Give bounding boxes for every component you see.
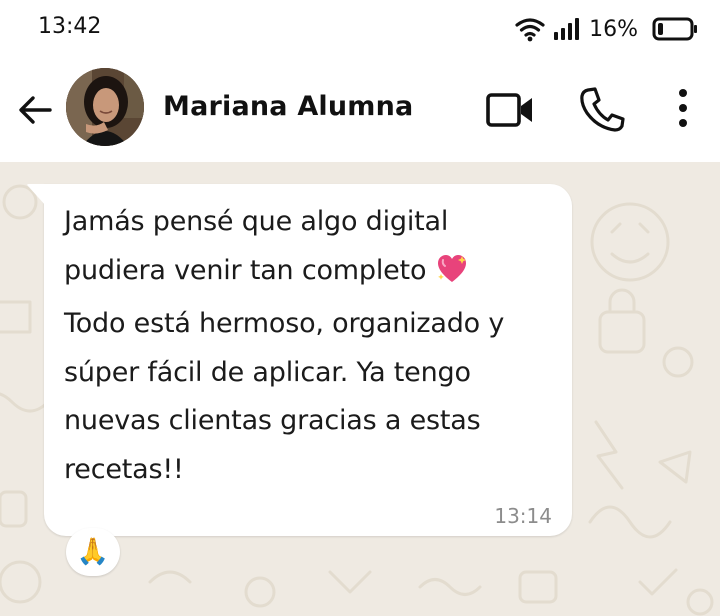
video-camera-icon: [486, 93, 532, 127]
message-line: Todo está hermoso, organizado y: [64, 308, 505, 339]
message-line: recetas!!: [64, 453, 184, 485]
status-bar: 13:42 16%: [0, 0, 720, 60]
reaction-badge[interactable]: 🙏: [66, 528, 120, 576]
message-line: nuevas clientas gracias a estas: [64, 405, 481, 436]
battery-icon: [652, 17, 698, 41]
message-text: Jamás pensé que algo digital pudiera ven…: [64, 198, 564, 494]
battery-percent: 16%: [589, 16, 638, 42]
folded-hands-icon: 🙏: [76, 537, 110, 567]
kebab-menu-icon: [679, 89, 687, 127]
phone-icon: [580, 87, 625, 132]
arrow-left-icon: [19, 96, 52, 124]
wifi-icon: [515, 16, 545, 42]
more-options-button[interactable]: [668, 84, 698, 134]
video-call-button[interactable]: [484, 88, 536, 132]
message-line-text: pudiera venir tan completo: [64, 254, 427, 286]
signal-icon: [553, 17, 581, 41]
avatar[interactable]: [66, 68, 144, 146]
contact-name[interactable]: Mariana Alumna: [163, 91, 413, 122]
status-indicators: 16%: [515, 13, 698, 45]
back-button[interactable]: [14, 88, 58, 132]
message-line: súper fácil de aplicar. Ya tengo: [64, 356, 471, 388]
message-timestamp: 13:14: [494, 504, 552, 528]
message-bubble[interactable]: Jamás pensé que algo digital pudiera ven…: [27, 184, 572, 536]
voice-call-button[interactable]: [578, 84, 626, 134]
bubble-tail: [27, 184, 46, 206]
status-time: 13:42: [38, 14, 102, 39]
chat-header: Mariana Alumna: [0, 60, 720, 162]
sparkling-heart-icon: [436, 252, 468, 301]
message-line: Jamás pensé que algo digital: [64, 206, 449, 237]
chat-area[interactable]: Jamás pensé que algo digital pudiera ven…: [0, 162, 720, 616]
message-line: pudiera venir tan completo: [64, 247, 564, 301]
